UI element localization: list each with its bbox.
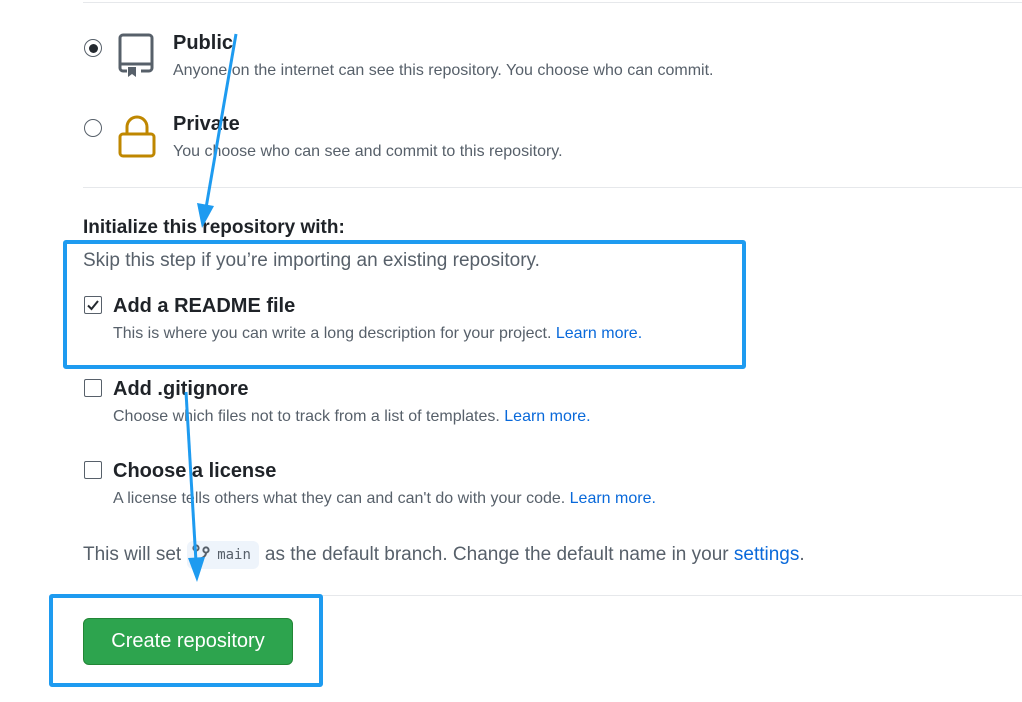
license-description: A license tells others what they can and…: [113, 490, 656, 508]
lock-icon: [117, 114, 157, 165]
settings-link[interactable]: settings: [734, 544, 799, 565]
annotation-arrows: [184, 33, 238, 582]
top-divider: [83, 2, 1022, 3]
license-checkbox[interactable]: [84, 461, 102, 479]
readme-description-text: This is where you can write a long descr…: [113, 325, 552, 342]
radio-selected-dot: [88, 43, 98, 53]
license-learn-more-link[interactable]: Learn more.: [570, 490, 656, 507]
license-label[interactable]: Choose a license: [113, 460, 276, 483]
initialize-subtitle: Skip this step if you’re importing an ex…: [83, 250, 540, 271]
readme-description: This is where you can write a long descr…: [113, 325, 642, 343]
branch-note-suffix: .: [799, 544, 805, 566]
private-title[interactable]: Private: [173, 113, 240, 136]
git-branch-icon: [192, 544, 210, 566]
public-radio[interactable]: [84, 39, 102, 57]
gitignore-description: Choose which files not to track from a l…: [113, 408, 591, 426]
readme-learn-more-link[interactable]: Learn more.: [556, 325, 642, 342]
private-radio[interactable]: [84, 119, 102, 137]
gitignore-description-text: Choose which files not to track from a l…: [113, 408, 500, 425]
bottom-divider: [83, 595, 1022, 596]
gitignore-checkbox[interactable]: [84, 379, 102, 397]
branch-name: main: [217, 547, 251, 563]
branch-note-middle: as the default branch. Change the defaul…: [264, 544, 729, 566]
readme-label[interactable]: Add a README file: [113, 295, 295, 318]
gitignore-label[interactable]: Add .gitignore: [113, 378, 249, 401]
private-description: You choose who can see and commit to thi…: [173, 143, 563, 160]
gitignore-learn-more-link[interactable]: Learn more.: [504, 408, 590, 425]
public-title[interactable]: Public: [173, 32, 233, 55]
repo-icon: [117, 31, 157, 84]
initialize-title: Initialize this repository with:: [83, 217, 345, 238]
readme-checkbox[interactable]: [84, 296, 102, 314]
checkmark-icon: [87, 300, 99, 311]
visibility-divider: [83, 187, 1022, 188]
branch-note-prefix: This will set: [83, 544, 182, 566]
create-repository-button[interactable]: Create repository: [83, 618, 293, 665]
public-description: Anyone on the internet can see this repo…: [173, 62, 714, 79]
license-description-text: A license tells others what they can and…: [113, 490, 566, 507]
branch-pill: main: [187, 541, 259, 569]
default-branch-note: This will set main as the default branch…: [83, 541, 805, 569]
